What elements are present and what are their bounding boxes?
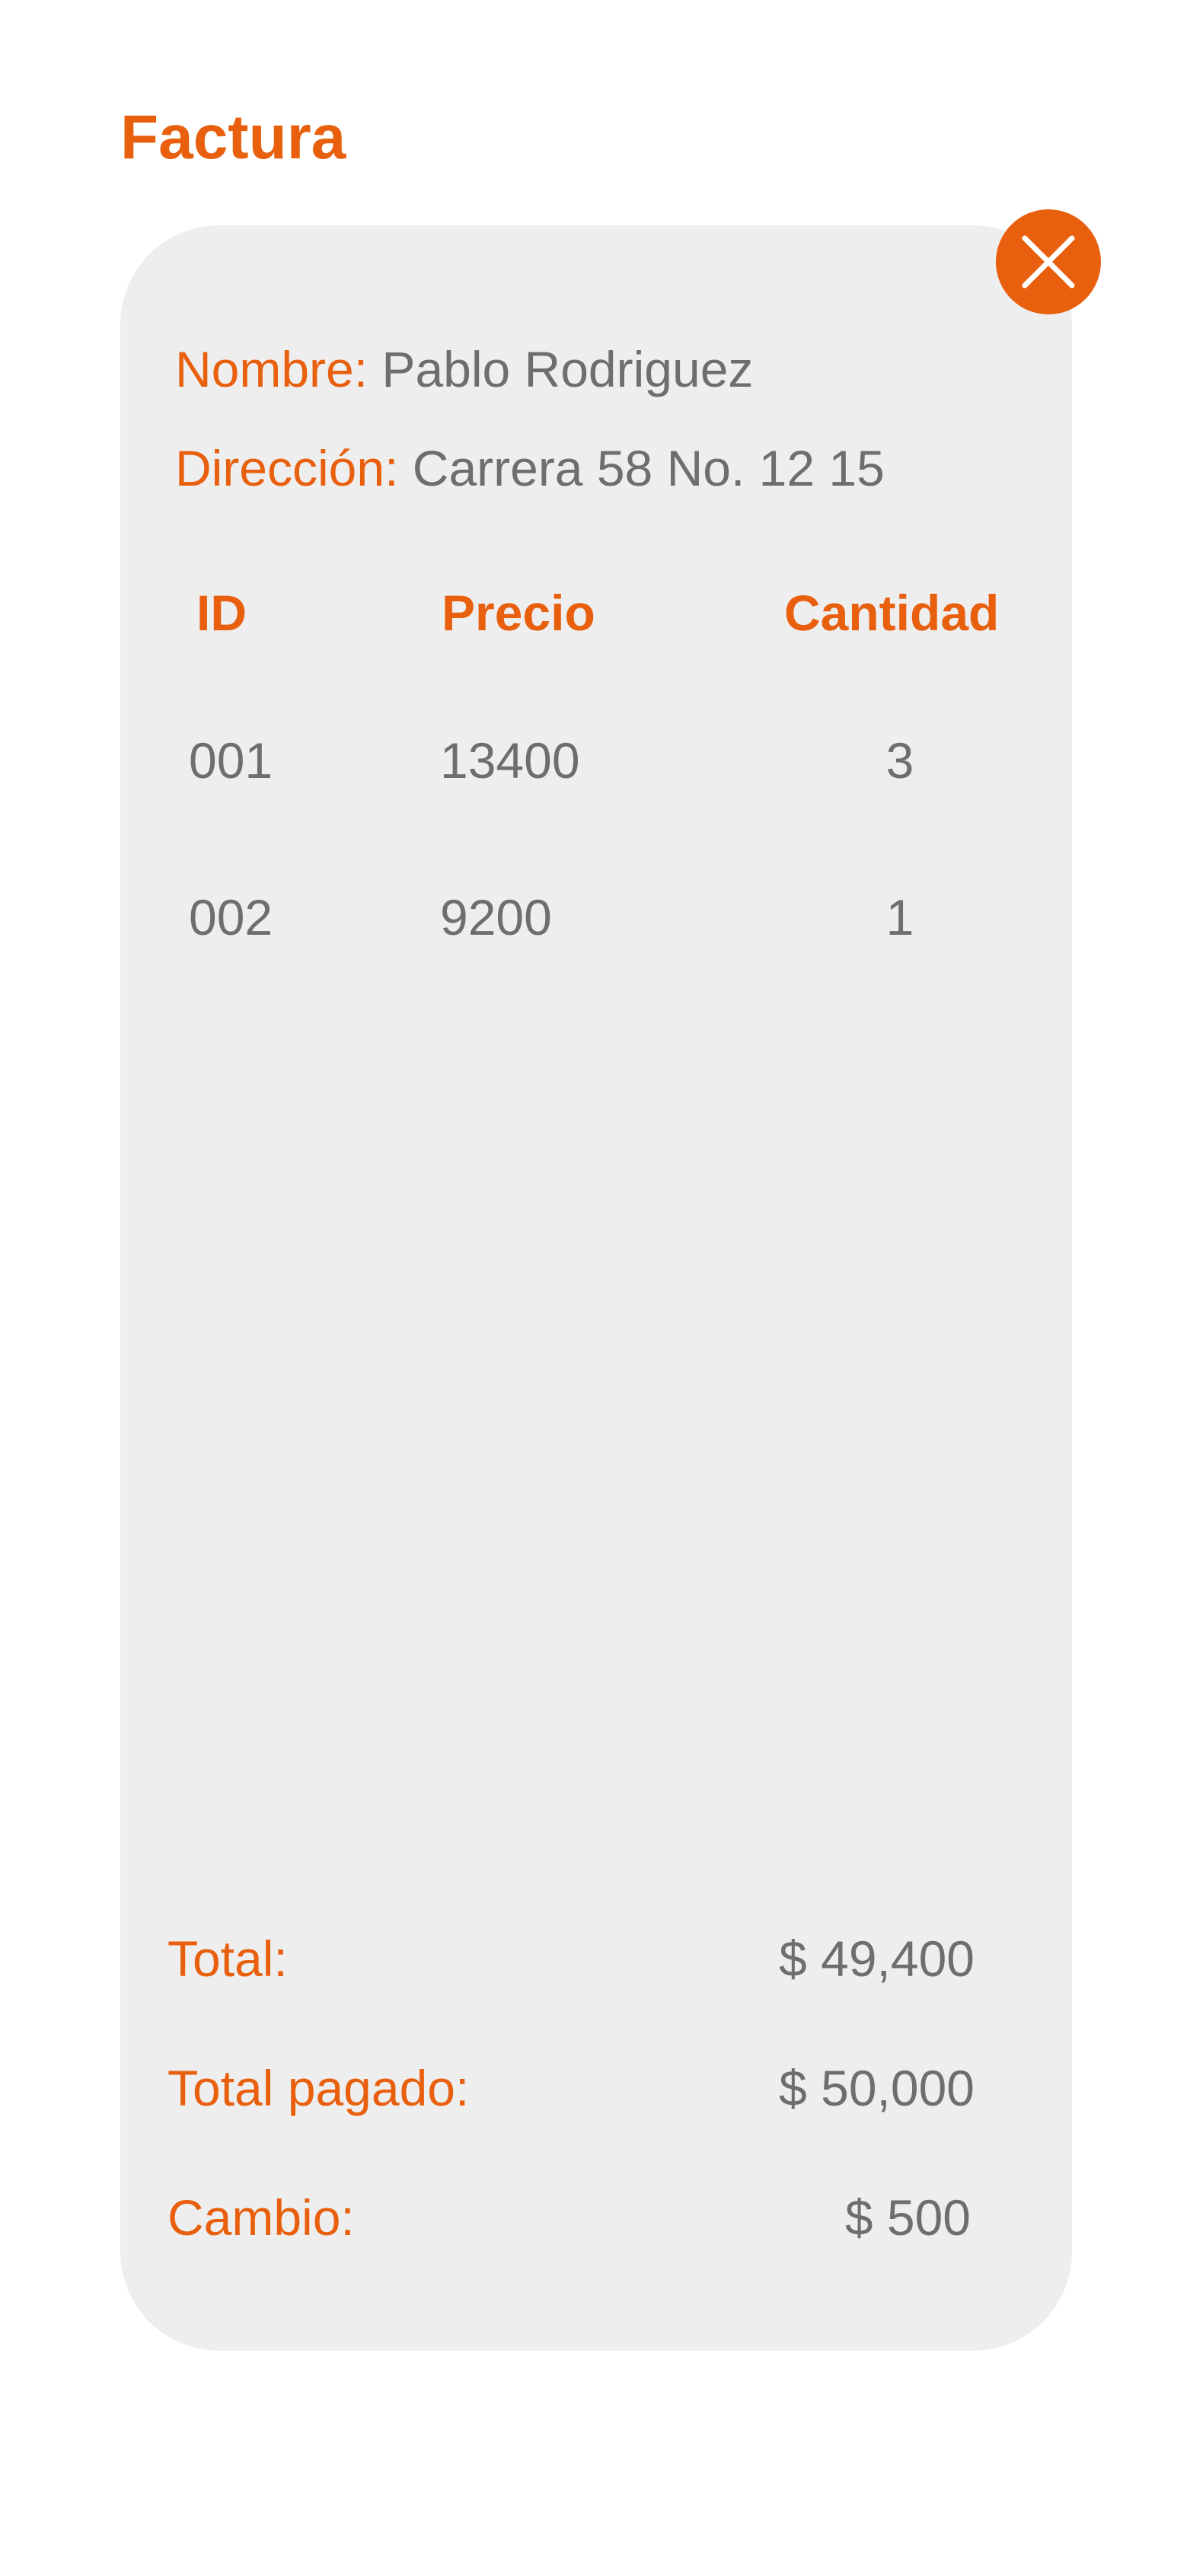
close-icon	[1022, 235, 1075, 289]
invoice-card	[120, 225, 1072, 2351]
cell-price: 13400	[440, 732, 580, 789]
cell-id: 002	[189, 889, 273, 945]
cell-id: 001	[189, 732, 273, 789]
change-value: $ 500	[844, 2189, 971, 2246]
customer-name-label: Nombre:	[175, 341, 368, 397]
column-header-id: ID	[196, 585, 247, 641]
column-header-quantity: Cantidad	[784, 585, 1000, 641]
customer-name-value: Pablo Rodriguez	[381, 341, 754, 397]
total-label: Total:	[167, 1930, 288, 1987]
customer-address-label: Dirección:	[175, 440, 399, 496]
customer-name-line: Nombre: Pablo Rodriguez	[175, 344, 753, 394]
column-header-price: Precio	[442, 585, 595, 641]
customer-address-line: Dirección: Carrera 58 No. 12 15	[175, 443, 885, 493]
cell-quantity: 1	[885, 889, 914, 945]
customer-address-value: Carrera 58 No. 12 15	[412, 440, 885, 496]
total-value: $ 49,400	[779, 1930, 975, 1987]
cell-quantity: 3	[885, 732, 914, 789]
total-paid-label: Total pagado:	[167, 2060, 470, 2116]
total-paid-value: $ 50,000	[779, 2060, 975, 2116]
change-label: Cambio:	[167, 2189, 355, 2246]
page-title: Factura	[120, 103, 346, 172]
cell-price: 9200	[440, 889, 552, 945]
close-button[interactable]	[996, 209, 1101, 314]
